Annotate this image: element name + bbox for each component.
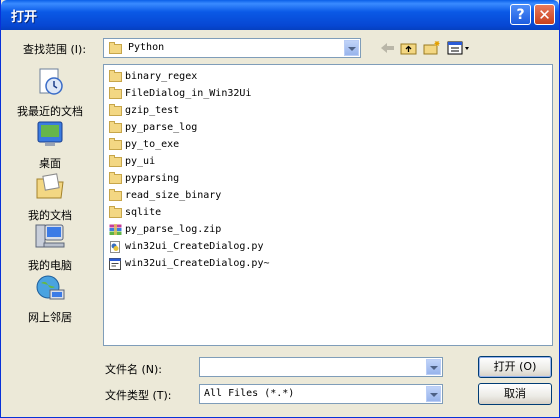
list-item[interactable]: py_parse_log.zip	[108, 221, 221, 238]
chevron-down-icon[interactable]	[426, 359, 441, 375]
up-folder-icon[interactable]	[400, 40, 418, 56]
lookin-combo[interactable]: Python	[103, 38, 361, 58]
python-file-icon	[110, 240, 120, 253]
open-file-dialog: 打开 ? ✕ 查找范围 (I): Python 我最近的文档 桌面 我的文档 我…	[0, 0, 560, 418]
place-label: 我的电脑	[28, 259, 72, 272]
folder-icon	[108, 171, 122, 184]
network-places-icon	[36, 275, 65, 300]
place-label: 网上邻居	[28, 311, 72, 324]
my-documents-icon	[36, 173, 64, 199]
list-item[interactable]: read_size_binary	[108, 187, 221, 204]
list-item[interactable]: py_parse_log	[108, 119, 197, 136]
place-recent-documents[interactable]: 我最近的文档	[9, 66, 91, 119]
close-button[interactable]: ✕	[534, 4, 555, 25]
zip-archive-icon	[109, 223, 121, 235]
folder-icon	[108, 103, 122, 116]
back-arrow-icon[interactable]	[379, 40, 397, 56]
place-desktop[interactable]: 桌面	[9, 118, 91, 171]
new-folder-icon[interactable]	[423, 40, 441, 56]
list-item[interactable]: win32ui_CreateDialog.py~	[108, 255, 270, 272]
list-item[interactable]: FileDialog_in_Win32Ui	[108, 85, 251, 102]
folder-icon	[108, 188, 122, 201]
folder-icon	[108, 69, 122, 82]
open-button[interactable]: 打开 (O)	[478, 356, 552, 378]
list-item[interactable]: gzip_test	[108, 102, 179, 119]
my-computer-icon	[35, 224, 65, 248]
folder-icon	[108, 205, 122, 218]
list-item[interactable]: py_to_exe	[108, 136, 179, 153]
folder-icon	[108, 86, 122, 99]
filename-label: 文件名 (N):	[105, 363, 163, 376]
file-list[interactable]: binary_regex FileDialog_in_Win32Ui gzip_…	[103, 64, 553, 346]
lookin-label: 查找范围 (I):	[23, 43, 87, 56]
filetype-select[interactable]: All Files (*.*)	[199, 384, 443, 404]
title-bar[interactable]: 打开 ? ✕	[1, 0, 559, 30]
recent-documents-icon	[39, 68, 63, 95]
chevron-down-icon[interactable]	[426, 386, 441, 402]
help-button[interactable]: ?	[510, 4, 531, 25]
place-label: 桌面	[39, 157, 61, 170]
place-my-computer[interactable]: 我的电脑	[9, 220, 91, 273]
list-item[interactable]: win32ui_CreateDialog.py	[108, 238, 263, 255]
filename-input[interactable]	[199, 357, 443, 377]
place-my-documents[interactable]: 我的文档	[9, 170, 91, 223]
filetype-value: All Files (*.*)	[204, 388, 295, 399]
place-label: 我最近的文档	[17, 105, 83, 118]
folder-icon	[109, 42, 122, 54]
list-item[interactable]: pyparsing	[108, 170, 179, 187]
folder-icon	[108, 154, 122, 167]
folder-icon	[108, 120, 122, 133]
desktop-icon	[37, 121, 63, 146]
folder-icon	[108, 137, 122, 150]
place-network[interactable]: 网上邻居	[9, 272, 91, 325]
filetype-label: 文件类型 (T):	[105, 389, 172, 402]
views-menu-icon[interactable]	[447, 40, 471, 56]
list-item[interactable]: binary_regex	[108, 68, 197, 85]
cancel-button[interactable]: 取消	[478, 383, 552, 405]
list-item[interactable]: py_ui	[108, 153, 155, 170]
lookin-value: Python	[128, 42, 165, 53]
chevron-down-icon[interactable]	[344, 40, 359, 56]
window-title: 打开	[11, 10, 38, 25]
generic-file-icon	[109, 257, 121, 270]
list-item[interactable]: sqlite	[108, 204, 161, 221]
